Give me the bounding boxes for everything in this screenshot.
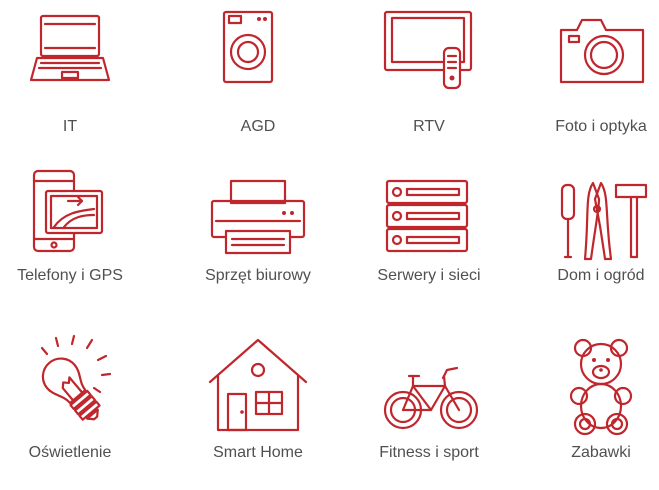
category-tile-oswietlenie[interactable]: Oświetlenie [0,330,152,490]
tv-remote-icon [383,10,473,90]
category-tile-foto[interactable]: Foto i optyka [519,0,659,160]
category-tile-fitness[interactable]: Fitness i sport [347,330,511,490]
category-label: Oświetlenie [28,444,112,461]
category-label: AGD [240,118,276,135]
smart-house-icon [208,338,308,432]
category-label: Fitness i sport [379,444,479,461]
bicycle-icon [383,366,479,430]
category-tile-biuro[interactable]: Sprzęt biurowy [176,165,340,325]
category-label: Smart Home [213,444,303,461]
camera-icon [559,18,645,84]
category-label: Sprzęt biurowy [205,267,311,284]
category-tile-zabawki[interactable]: Zabawki [519,330,659,490]
category-tile-telefony[interactable]: Telefony i GPS [0,165,152,325]
garden-tools-icon [560,181,648,261]
category-tile-agd[interactable]: AGD [176,0,340,160]
category-tile-serwery[interactable]: Serwery i sieci [347,165,511,325]
server-rack-icon [385,179,469,253]
category-label: Foto i optyka [555,118,647,135]
category-label: Serwery i sieci [377,267,481,284]
category-label: IT [62,118,78,135]
washing-machine-icon [222,10,274,84]
category-label: RTV [413,118,445,135]
phone-gps-icon [32,169,104,253]
printer-icon [210,179,306,255]
teddy-bear-icon [569,338,633,436]
category-tile-rtv[interactable]: RTV [347,0,511,160]
category-label: Dom i ogród [557,267,645,284]
category-label: Zabawki [571,444,631,461]
category-tile-smart-home[interactable]: Smart Home [176,330,340,490]
category-tile-dom[interactable]: Dom i ogród [519,165,659,325]
category-label: Telefony i GPS [17,267,123,284]
light-bulb-icon [40,334,112,421]
category-tile-it[interactable]: IT [0,0,152,160]
laptop-icon [29,14,111,82]
